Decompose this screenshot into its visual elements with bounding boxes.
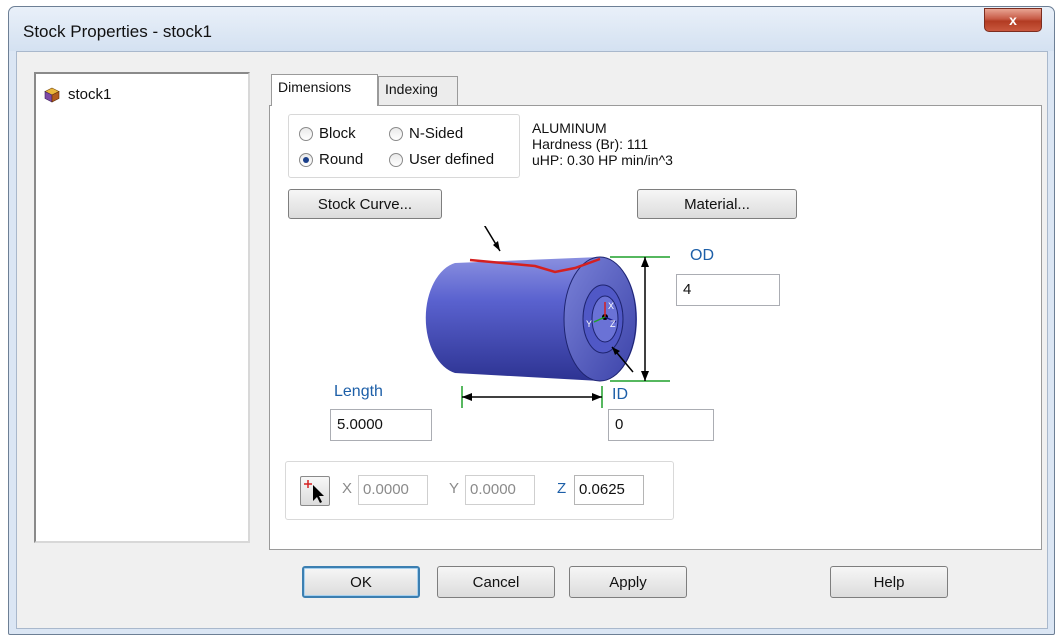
stock-curve-button-label: Stock Curve... xyxy=(317,195,413,213)
material-hardness: Hardness (Br): 111 xyxy=(532,136,649,152)
length-dimension xyxy=(461,386,603,408)
help-button-label: Help xyxy=(873,573,905,591)
pick-origin-button[interactable] xyxy=(300,476,330,506)
ok-button[interactable]: OK xyxy=(302,566,420,598)
dimensions-panel: Block N-Sided Round User defined ALUMINU… xyxy=(269,105,1042,550)
material-uhp: uHP: 0.30 HP min/in^3 xyxy=(532,152,673,168)
close-button[interactable]: x xyxy=(984,8,1042,32)
svg-text:Z: Z xyxy=(610,319,616,329)
tree-item-label: stock1 xyxy=(68,86,112,103)
id-field[interactable]: 0 xyxy=(608,409,714,441)
apply-button[interactable]: Apply xyxy=(569,566,687,598)
radio-user-defined-indicator xyxy=(389,152,403,167)
cursor-pick-icon xyxy=(304,480,324,503)
round-stock-diagram: X Y Z xyxy=(425,226,670,408)
tree-item-stock1[interactable]: stock1 xyxy=(44,86,111,103)
radio-block-label: Block xyxy=(319,125,356,142)
radio-round-indicator xyxy=(299,152,313,167)
material-name: ALUMINUM xyxy=(532,120,607,136)
radio-block[interactable]: Block xyxy=(299,125,356,142)
y-coordinate-field[interactable]: 0.0000 xyxy=(465,475,535,505)
radio-round[interactable]: Round xyxy=(299,151,363,168)
x-coordinate-field[interactable]: 0.0000 xyxy=(358,475,428,505)
dialog-body: stock1 Dimensions Indexing Block N-Sided xyxy=(16,51,1048,629)
window-title: Stock Properties - stock1 xyxy=(23,22,212,41)
material-button-label: Material... xyxy=(684,195,750,213)
help-button[interactable]: Help xyxy=(830,566,948,598)
ok-button-label: OK xyxy=(350,573,372,591)
radio-n-sided[interactable]: N-Sided xyxy=(389,125,463,142)
stock-cube-icon xyxy=(44,87,60,102)
cancel-button-label: Cancel xyxy=(472,573,520,591)
od-label: OD xyxy=(690,247,714,264)
cancel-button[interactable]: Cancel xyxy=(437,566,555,598)
radio-block-indicator xyxy=(299,126,313,141)
close-icon: x xyxy=(1009,12,1017,28)
tab-dimensions[interactable]: Dimensions xyxy=(271,74,378,106)
length-label: Length xyxy=(334,383,383,400)
stock-curve-button[interactable]: Stock Curve... xyxy=(288,189,442,219)
x-label: X xyxy=(342,480,353,497)
origin-group: X 0.0000 Y 0.0000 Z 0.0625 xyxy=(285,461,674,520)
id-label: ID xyxy=(612,386,628,403)
radio-n-sided-label: N-Sided xyxy=(409,125,464,142)
length-field[interactable]: 5.0000 xyxy=(330,409,432,441)
radio-round-label: Round xyxy=(319,151,364,168)
radio-n-sided-indicator xyxy=(389,126,403,141)
tab-indexing[interactable]: Indexing xyxy=(378,76,458,106)
svg-text:X: X xyxy=(608,301,614,311)
tab-indexing-label: Indexing xyxy=(385,81,438,97)
stock-tree: stock1 xyxy=(34,72,250,543)
title-bar[interactable]: Stock Properties - stock1 x xyxy=(9,7,1054,51)
radio-user-defined-label: User defined xyxy=(409,151,495,168)
apply-button-label: Apply xyxy=(609,573,647,591)
stock-shape-group: Block N-Sided Round User defined xyxy=(288,114,520,178)
material-info: ALUMINUM Hardness (Br): 111 uHP: 0.30 HP… xyxy=(532,120,673,168)
y-label: Y xyxy=(449,480,460,497)
material-button[interactable]: Material... xyxy=(637,189,797,219)
z-label: Z xyxy=(557,480,567,497)
svg-text:Y: Y xyxy=(586,319,592,329)
tab-dimensions-label: Dimensions xyxy=(278,79,352,95)
stock-properties-dialog: Stock Properties - stock1 x stock1 Dimen… xyxy=(8,6,1055,635)
od-field[interactable]: 4 xyxy=(676,274,780,306)
z-coordinate-field[interactable]: 0.0625 xyxy=(574,475,644,505)
radio-user-defined[interactable]: User defined xyxy=(389,151,494,168)
